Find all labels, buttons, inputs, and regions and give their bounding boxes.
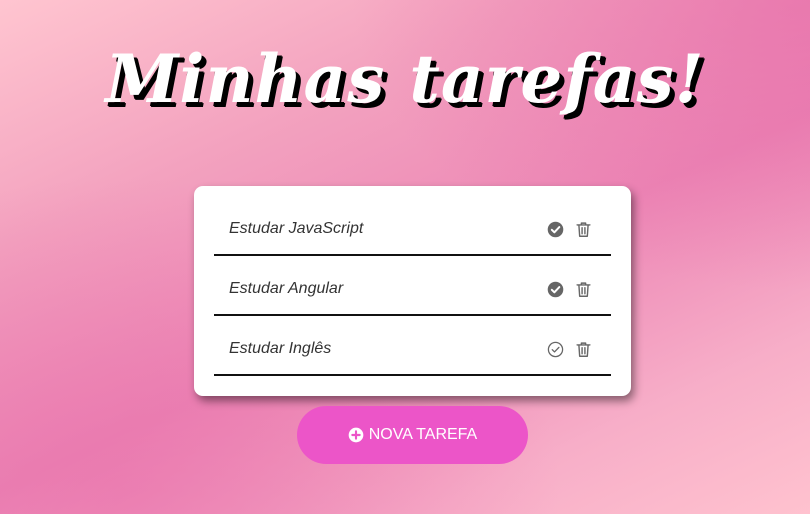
task-text: Estudar Angular — [229, 280, 344, 297]
task-card: Estudar JavaScript Estudar Angular Estud… — [194, 186, 631, 396]
task-item: Estudar JavaScript — [214, 196, 611, 256]
trash-icon[interactable] — [575, 221, 592, 238]
check-circle-outline-icon[interactable] — [547, 341, 564, 358]
task-item: Estudar Inglês — [214, 316, 611, 376]
trash-icon[interactable] — [575, 281, 592, 298]
task-list: Estudar JavaScript Estudar Angular Estud… — [214, 196, 611, 376]
page-title: Minhas tarefas! — [105, 40, 705, 118]
check-circle-filled-icon[interactable] — [547, 281, 564, 298]
new-task-label: NOVA TAREFA — [368, 426, 478, 443]
plus-circle-icon — [348, 427, 364, 443]
task-text: Estudar Inglês — [229, 340, 332, 357]
trash-icon[interactable] — [575, 341, 592, 358]
task-item: Estudar Angular — [214, 256, 611, 316]
new-task-button[interactable]: NOVA TAREFA — [297, 406, 528, 464]
task-text: Estudar JavaScript — [229, 220, 364, 237]
check-circle-filled-icon[interactable] — [547, 221, 564, 238]
